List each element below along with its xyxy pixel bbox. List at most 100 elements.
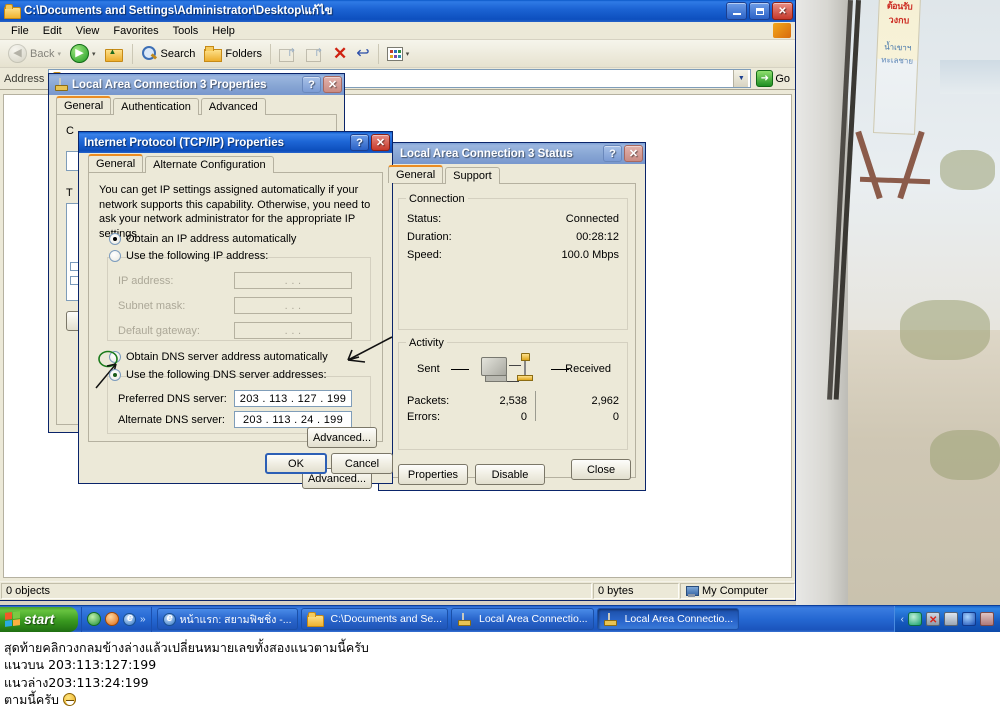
search-icon (141, 45, 158, 62)
network-activity-icon[interactable] (944, 612, 958, 626)
default-gateway-input[interactable]: . . . (234, 322, 352, 339)
obtain-dns-auto-radio-row[interactable]: Obtain DNS server address automatically (109, 351, 328, 363)
search-label: Search (160, 47, 196, 60)
messenger-icon[interactable] (908, 612, 922, 626)
search-button[interactable]: Search (137, 43, 200, 64)
status-titlebar[interactable]: Local Area Connection 3 Status ? ✕ (379, 143, 645, 164)
go-icon: ➜ (756, 70, 774, 87)
explorer-titlebar[interactable]: C:\Documents and Settings\Administrator\… (0, 0, 795, 22)
menu-tools[interactable]: Tools (166, 24, 206, 38)
disable-button[interactable]: Disable (475, 464, 545, 485)
maximize-button[interactable] (749, 2, 770, 20)
ok-button[interactable]: OK (265, 453, 327, 474)
wallpaper-grass-1 (940, 150, 995, 190)
tab-authentication[interactable]: Authentication (113, 98, 199, 115)
tab-general[interactable]: General (388, 165, 444, 183)
firefox-icon[interactable] (105, 612, 119, 626)
views-button[interactable]: ▾ (383, 45, 414, 63)
copy-to-button[interactable] (302, 44, 328, 64)
obtain-ip-auto-radio-row[interactable]: Obtain an IP address automatically (109, 233, 296, 245)
copy-to-icon (306, 46, 324, 62)
tab-general[interactable]: General (88, 154, 144, 172)
folders-button[interactable]: Folders (200, 44, 266, 63)
help-button[interactable]: ? (302, 76, 321, 93)
explorer-menubar[interactable]: File Edit View Favorites Tools Help (0, 22, 795, 40)
menu-favorites[interactable]: Favorites (106, 24, 165, 38)
status-object-count: 0 objects (1, 583, 592, 599)
minimize-button[interactable] (726, 2, 747, 20)
menu-view[interactable]: View (69, 24, 107, 38)
chevron-down-icon: ▾ (91, 50, 96, 58)
menu-file[interactable]: File (4, 24, 36, 38)
use-following-dns-radio-row[interactable]: Use the following DNS server addresses: (109, 369, 327, 381)
chevron-right-icon[interactable]: » (140, 614, 146, 625)
lac3-status-dialog[interactable]: Local Area Connection 3 Status ? ✕ Gener… (378, 142, 646, 491)
use-following-ip-radio[interactable] (109, 250, 121, 262)
properties-button[interactable]: Properties (398, 464, 468, 485)
undo-button[interactable]: ↩ (352, 44, 373, 64)
start-button[interactable]: start (0, 606, 78, 632)
close-dialog-button[interactable]: Close (571, 459, 631, 480)
tcpip-properties-dialog[interactable]: Internet Protocol (TCP/IP) Properties ? … (78, 131, 393, 489)
tab-advanced[interactable]: Advanced (200, 98, 266, 115)
alternate-dns-input[interactable]: 203 . 113 . 24 . 199 (234, 411, 352, 428)
move-to-button[interactable] (275, 44, 301, 64)
help-button[interactable]: ? (603, 145, 622, 162)
status-tabstrip[interactable]: General Support (379, 164, 645, 184)
smiley-icon (62, 692, 76, 706)
tab-support[interactable]: Support (445, 167, 500, 184)
advanced-button-proxy[interactable]: Advanced... (307, 427, 377, 448)
task-label: Local Area Connectio... (624, 613, 734, 625)
quick-launch-bar[interactable]: » (81, 606, 152, 632)
bluetooth-icon[interactable] (962, 612, 976, 626)
packets-label: Packets: (407, 395, 450, 407)
system-tray[interactable]: ‹ ✕ (893, 605, 1000, 633)
back-button[interactable]: ◀ Back ▾ (4, 42, 65, 65)
lac3-tabstrip[interactable]: General Authentication Advanced (49, 95, 344, 115)
delete-button[interactable]: ✕ (329, 43, 351, 64)
errors-label: Errors: (407, 411, 440, 423)
tcpip-titlebar[interactable]: Internet Protocol (TCP/IP) Properties ? … (79, 132, 392, 153)
chevron-left-icon[interactable]: ‹ (901, 614, 904, 625)
obtain-dns-auto-radio[interactable] (109, 351, 121, 363)
close-button[interactable]: ✕ (323, 76, 342, 93)
use-following-ip-radio-row[interactable]: Use the following IP address: (109, 250, 268, 262)
task-button-lac-status[interactable]: Local Area Connectio... (451, 608, 594, 630)
menu-edit[interactable]: Edit (36, 24, 69, 38)
taskbar[interactable]: start » หน้าแรก: สยามฟิชชิ่ง -... C:\Doc… (0, 605, 1000, 633)
forward-button[interactable]: ▶ ▾ (66, 42, 100, 65)
go-button[interactable]: ➜ Go (755, 70, 795, 87)
cancel-button[interactable]: Cancel (331, 453, 393, 474)
network-disconnected-icon[interactable]: ✕ (926, 612, 940, 626)
subnet-mask-input[interactable]: . . . (234, 297, 352, 314)
task-button-lac-properties[interactable]: Local Area Connectio... (596, 608, 740, 630)
help-button[interactable]: ? (350, 134, 369, 151)
connection-group-label: Connection (406, 193, 468, 205)
views-icon (386, 46, 403, 61)
internet-explorer-icon[interactable] (123, 612, 136, 626)
obtain-ip-auto-radio[interactable] (109, 233, 121, 245)
menu-help[interactable]: Help (205, 24, 242, 38)
ip-address-label: IP address: (118, 275, 174, 287)
tab-alternate-configuration[interactable]: Alternate Configuration (145, 156, 274, 173)
speed-row-label: Speed: (407, 249, 442, 261)
close-icon: ✕ (778, 5, 787, 17)
close-button[interactable]: ✕ (371, 134, 390, 151)
task-button-ie[interactable]: หน้าแรก: สยามฟิชชิ่ง -... (156, 608, 298, 630)
show-desktop-icon[interactable] (87, 612, 101, 626)
use-following-dns-radio[interactable] (109, 369, 121, 381)
ip-address-input[interactable]: . . . (234, 272, 352, 289)
sent-label: Sent (417, 363, 440, 375)
task-buttons[interactable]: หน้าแรก: สยามฟิชชิ่ง -... C:\Documents a… (156, 608, 894, 630)
explorer-toolbar[interactable]: ◀ Back ▾ ▶ ▾ Search Folders (0, 40, 795, 68)
preferred-dns-input[interactable]: 203 . 113 . 127 . 199 (234, 390, 352, 407)
tab-general[interactable]: General (56, 96, 112, 114)
close-button[interactable]: ✕ (624, 145, 643, 162)
close-button[interactable]: ✕ (772, 2, 793, 20)
up-one-level-button[interactable] (101, 43, 128, 64)
task-button-explorer[interactable]: C:\Documents and Se... (300, 608, 448, 630)
tcpip-tabstrip[interactable]: General Alternate Configuration (79, 153, 392, 173)
lac3-titlebar[interactable]: Local Area Connection 3 Properties ? ✕ (49, 74, 344, 95)
address-dropdown-button[interactable]: ▼ (733, 70, 749, 87)
display-icon[interactable] (980, 612, 994, 626)
